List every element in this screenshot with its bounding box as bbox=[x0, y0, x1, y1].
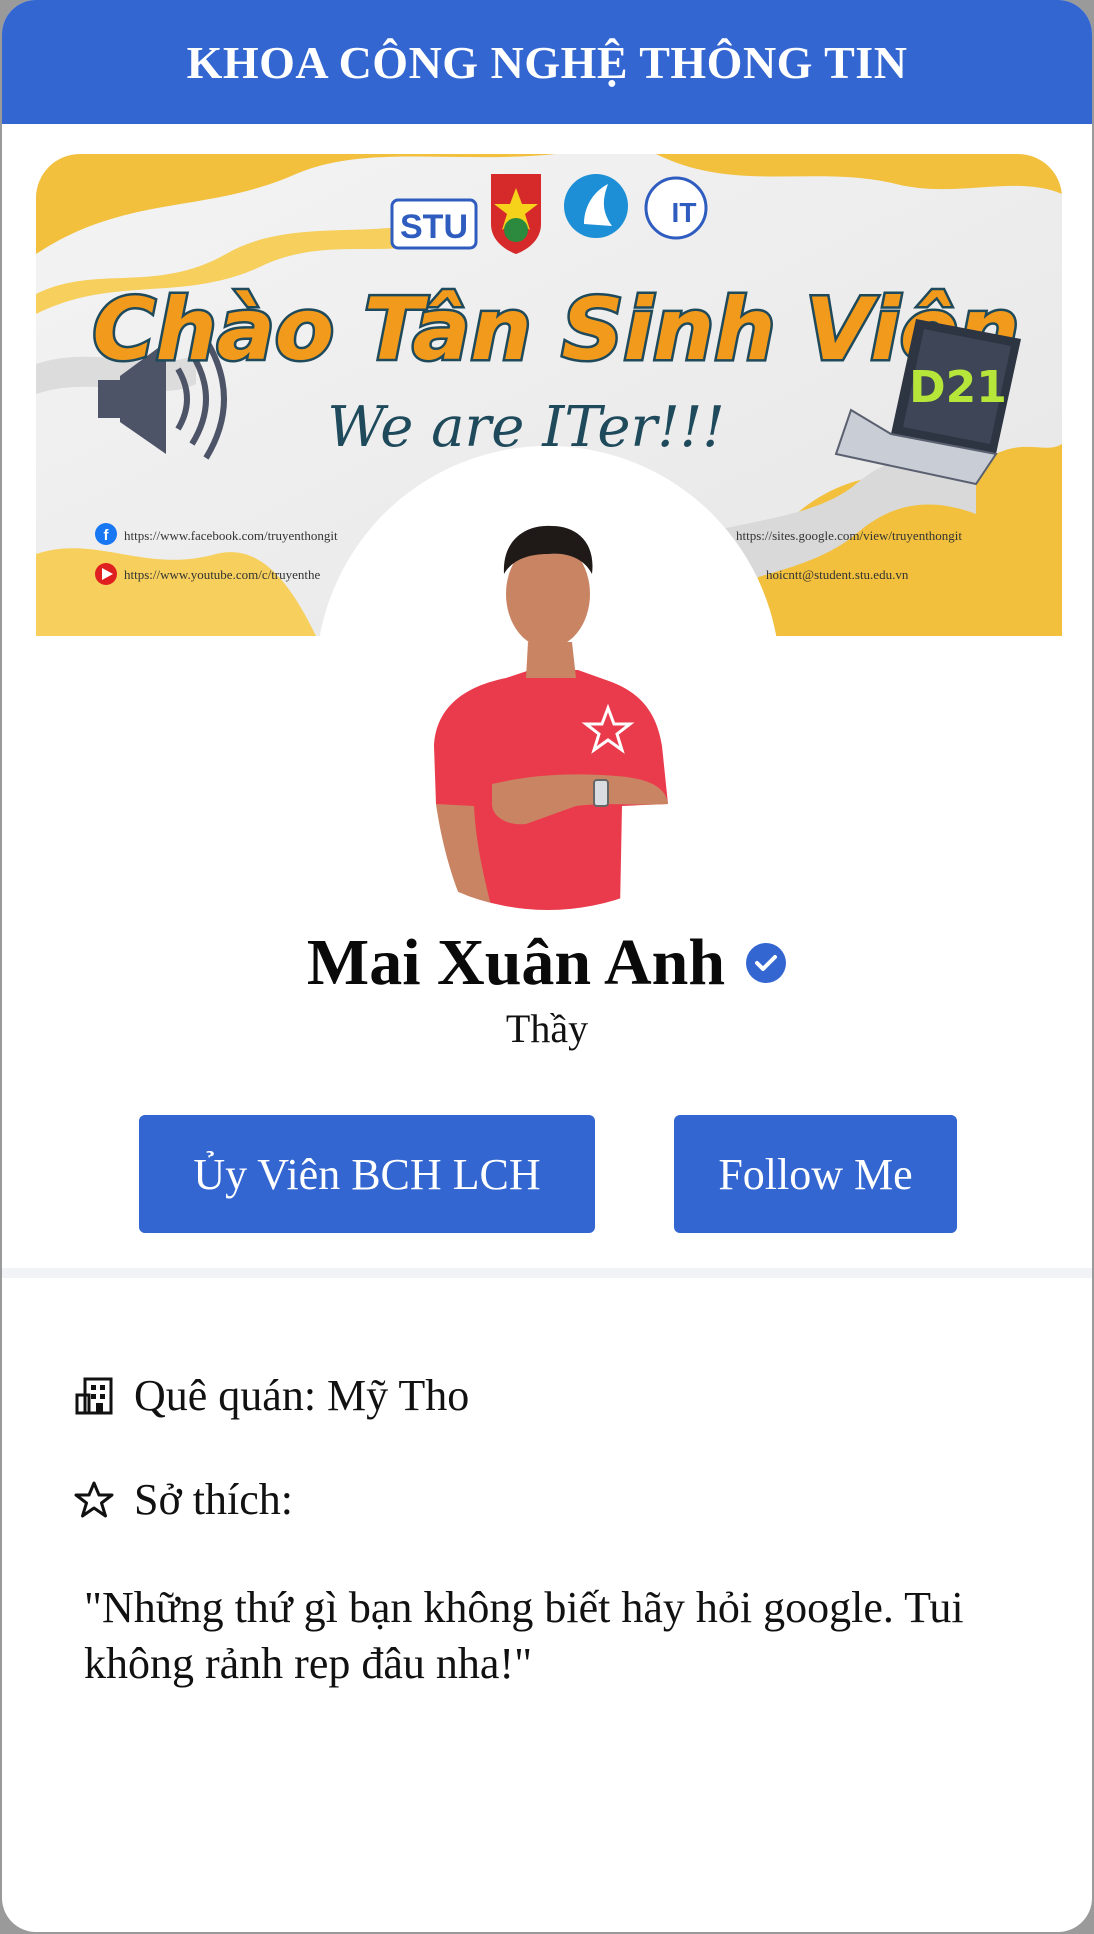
avatar bbox=[316, 446, 780, 910]
header-title: KHOA CÔNG NGHỆ THÔNG TIN bbox=[186, 36, 908, 88]
logo-it-faculty: IT bbox=[644, 176, 708, 240]
hobby-text: Sở thích: bbox=[134, 1475, 293, 1524]
name-row: Mai Xuân Anh bbox=[2, 925, 1092, 1001]
svg-text:IT: IT bbox=[672, 197, 697, 228]
header-bar: KHOA CÔNG NGHỆ THÔNG TIN bbox=[2, 0, 1092, 124]
hometown-text: Quê quán: Mỹ Tho bbox=[134, 1371, 470, 1420]
profile-card: KHOA CÔNG NGHỆ THÔNG TIN STU IT Chào Tân… bbox=[2, 0, 1092, 1932]
svg-text:https://www.facebook.com/truye: https://www.facebook.com/truyenthongit bbox=[124, 528, 338, 543]
svg-text:STU: STU bbox=[400, 208, 468, 246]
logo-youth-union bbox=[491, 174, 541, 254]
svg-text:hoicntt@student.stu.edu.vn: hoicntt@student.stu.edu.vn bbox=[766, 567, 909, 582]
svg-text:https://www.youtube.com/c/truy: https://www.youtube.com/c/truyenthe bbox=[124, 567, 321, 582]
profile-title: Thầy bbox=[505, 1006, 589, 1051]
banner-headline: Chào Tân Sinh Viên bbox=[93, 280, 1020, 380]
hobby-row: Sở thích: bbox=[74, 1474, 293, 1525]
profile-quote: "Những thứ gì bạn không biết hãy hỏi goo… bbox=[84, 1583, 964, 1688]
profile-name: Mai Xuân Anh bbox=[306, 926, 726, 999]
logo-stu: STU bbox=[390, 198, 478, 250]
star-icon bbox=[74, 1481, 114, 1517]
logo-student-association bbox=[564, 174, 628, 238]
verified-badge-icon bbox=[746, 943, 787, 983]
follow-button[interactable]: Follow Me bbox=[674, 1115, 957, 1233]
svg-text:https://sites.google.com/view/: https://sites.google.com/view/truyenthon… bbox=[736, 528, 962, 543]
section-divider bbox=[2, 1268, 1092, 1278]
banner-badge: D21 bbox=[909, 362, 1007, 413]
hometown-row: Quê quán: Mỹ Tho bbox=[74, 1370, 469, 1421]
avatar-photo bbox=[316, 446, 780, 910]
building-icon bbox=[75, 1377, 113, 1414]
role-button[interactable]: Ủy Viên BCH LCH bbox=[139, 1115, 595, 1233]
